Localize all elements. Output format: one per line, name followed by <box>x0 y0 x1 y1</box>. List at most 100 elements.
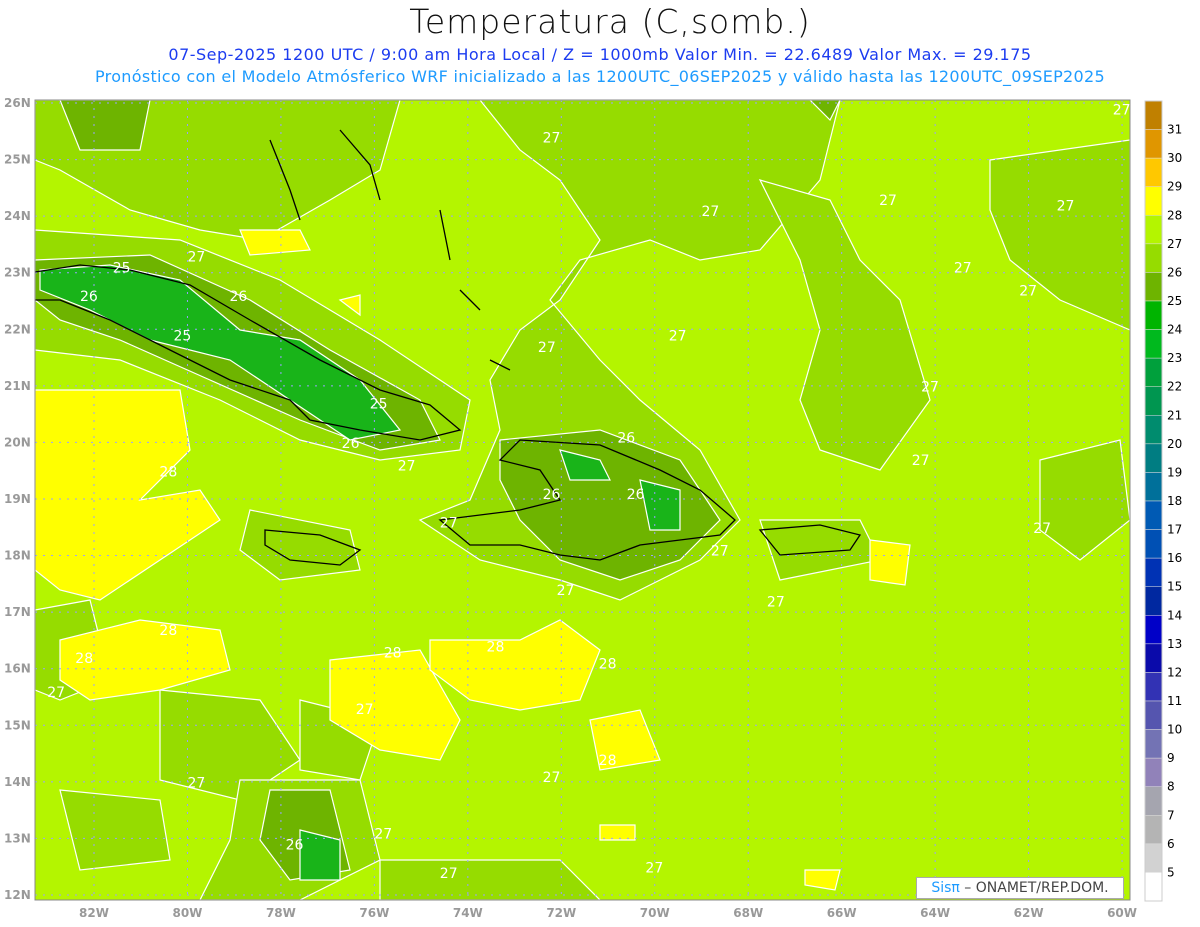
colorbar-label: 29 <box>1167 180 1182 194</box>
contour-label: 25 <box>113 261 131 277</box>
contour-label: 27 <box>440 515 458 531</box>
colorbar-label: 21 <box>1167 408 1182 422</box>
colorbar-swatch <box>1144 415 1163 445</box>
lon-tick-label: 82W <box>79 906 109 920</box>
colorbar-swatch <box>1144 529 1163 559</box>
colorbar-label: 8 <box>1167 780 1175 794</box>
colorbar-label: 18 <box>1167 494 1182 508</box>
colorbar-swatch <box>1144 643 1163 673</box>
lon-tick-label: 74W <box>453 906 483 920</box>
lon-tick-label: 64W <box>920 906 950 920</box>
sispi-logo: Sisπ <box>931 880 960 896</box>
colorbar-swatch <box>1144 700 1163 730</box>
colorbar-swatch <box>1144 272 1163 302</box>
colorbar-swatch <box>1144 586 1163 616</box>
contour-label: 27 <box>701 204 719 220</box>
contour-label: 27 <box>1033 521 1051 537</box>
credit-text: – ONAMET/REP.DOM. <box>959 880 1109 896</box>
contour-label: 27 <box>912 453 930 469</box>
colorbar-swatch <box>1144 843 1163 873</box>
contour-label: 27 <box>187 249 205 265</box>
lat-tick-label: 15N <box>4 718 31 732</box>
colorbar-label: 11 <box>1167 694 1182 708</box>
credit-box: Sisπ – ONAMET/REP.DOM. <box>916 877 1124 899</box>
contour-label: 27 <box>356 702 374 718</box>
colorbar-label: 28 <box>1167 208 1182 222</box>
colorbar-label: 30 <box>1167 151 1182 165</box>
contour-label: 26 <box>543 487 561 503</box>
lon-tick-label: 66W <box>827 906 857 920</box>
colorbar-swatch <box>1144 472 1163 502</box>
contour-label: 26 <box>342 436 360 452</box>
colorbar-swatch <box>1144 243 1163 273</box>
contour-label: 28 <box>599 753 617 769</box>
contour-label: 28 <box>75 651 93 667</box>
lat-tick-label: 21N <box>4 379 31 393</box>
contour-label: 27 <box>440 866 458 882</box>
contour-label: 27 <box>1019 283 1037 299</box>
colorbar-label: 15 <box>1167 580 1182 594</box>
contour-label: 27 <box>669 329 687 345</box>
colorbar-label: 25 <box>1167 294 1182 308</box>
lat-tick-label: 23N <box>4 266 31 280</box>
colorbar: 31 30 29 28 27 26 25 24 23 22 21 20 19 18 17 16 15 14 13 12… <box>1144 100 1182 902</box>
contour-label: 26 <box>80 289 98 305</box>
contour-label: 26 <box>286 838 304 854</box>
lat-tick-label: 18N <box>4 549 31 563</box>
contour-label: 27 <box>187 775 205 791</box>
lat-tick-label: 19N <box>4 492 31 506</box>
lon-tick-label: 76W <box>359 906 389 920</box>
colorbar-label: 6 <box>1167 837 1175 851</box>
colorbar-swatch <box>1144 157 1163 187</box>
colorbar-label: 14 <box>1167 608 1182 622</box>
contour-label: 27 <box>543 770 561 786</box>
colorbar-label: 7 <box>1167 808 1175 822</box>
colorbar-label: 27 <box>1167 237 1182 251</box>
lon-tick-label: 72W <box>546 906 576 920</box>
colorbar-swatch <box>1144 672 1163 702</box>
lon-tick-label: 78W <box>266 906 296 920</box>
colorbar-label: 12 <box>1167 665 1182 679</box>
contour-label: 27 <box>398 459 416 475</box>
contour-label: 27 <box>538 340 556 356</box>
contour-label: 27 <box>1057 198 1075 214</box>
contour-label: 27 <box>543 131 561 147</box>
colorbar-label: 23 <box>1167 351 1182 365</box>
colorbar-swatch <box>1144 357 1163 387</box>
colorbar-swatch <box>1144 300 1163 330</box>
contour-label: 28 <box>487 640 505 656</box>
contour-label: 27 <box>374 826 392 842</box>
lat-tick-label: 25N <box>4 153 31 167</box>
colorbar-swatch <box>1144 500 1163 530</box>
colorbar-label: 22 <box>1167 380 1182 394</box>
contour-label: 27 <box>1113 102 1131 118</box>
contour-label: 27 <box>711 544 729 560</box>
lat-tick-label: 13N <box>4 831 31 845</box>
contour-label: 27 <box>954 261 972 277</box>
colorbar-swatch <box>1144 757 1163 787</box>
lat-tick-label: 22N <box>4 322 31 336</box>
contour-label: 27 <box>557 583 575 599</box>
contour-label: 28 <box>384 645 402 661</box>
colorbar-swatch <box>1144 129 1163 159</box>
colorbar-swatch <box>1144 729 1163 759</box>
colorbar-swatch <box>1144 815 1163 845</box>
contour-label: 26 <box>627 487 645 503</box>
lat-tick-label: 14N <box>4 775 31 789</box>
colorbar-label: 5 <box>1167 865 1175 879</box>
contour-label: 27 <box>645 860 663 876</box>
lon-tick-label: 60W <box>1107 906 1137 920</box>
contour-label: 28 <box>599 657 617 673</box>
colorbar-swatch <box>1144 215 1163 245</box>
contour-label: 27 <box>767 594 785 610</box>
contour-label: 25 <box>173 329 191 345</box>
contour-label: 26 <box>617 430 635 446</box>
colorbar-swatch <box>1144 615 1163 645</box>
lat-tick-label: 12N <box>4 888 31 902</box>
colorbar-swatch <box>1144 386 1163 416</box>
lat-tick-label: 20N <box>4 435 31 449</box>
colorbar-swatch <box>1144 872 1163 902</box>
lat-tick-label: 26N <box>4 96 31 110</box>
colorbar-label: 16 <box>1167 551 1182 565</box>
lon-tick-label: 80W <box>172 906 202 920</box>
